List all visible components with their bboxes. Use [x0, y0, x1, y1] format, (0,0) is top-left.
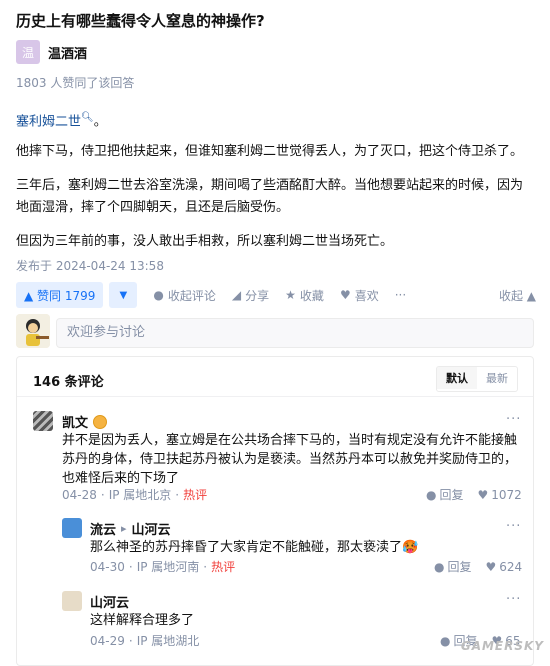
commenter-name[interactable]: 流云	[90, 519, 116, 538]
reply-arrow-icon: ▸	[121, 522, 127, 535]
comment-date: 04-28	[62, 487, 97, 502]
downvote-button[interactable]: ▼	[109, 282, 138, 308]
comment-toggle-button[interactable]: ● 收起评论	[153, 287, 216, 304]
commenter-name[interactable]: 山河云	[90, 592, 129, 611]
comment-ip: IP 属地湖北	[136, 634, 200, 648]
question-title[interactable]: 历史上有哪些蠢得令人窒息的神操作?	[16, 10, 265, 31]
author-row: 温 温酒酒	[16, 40, 87, 64]
heart-icon: ♥	[485, 559, 497, 574]
commenter-avatar[interactable]	[33, 411, 53, 431]
comment-meta: 04-29 · IP 属地湖北	[90, 633, 200, 649]
more-button[interactable]: ···	[395, 288, 406, 302]
comment-header: 凯文	[62, 412, 108, 431]
comment-date: 04-29	[90, 633, 125, 648]
commenter-avatar[interactable]	[62, 518, 82, 538]
comment-text: 这样解释合理多了	[90, 613, 195, 628]
comment-meta: 04-28 · IP 属地北京 · 热评	[62, 487, 208, 503]
comment-actions: ● 回复 ♥ 624	[434, 558, 522, 575]
search-icon[interactable]: 🔍︎	[81, 112, 94, 123]
star-icon: ★	[285, 288, 296, 302]
reply-icon: ●	[426, 487, 437, 502]
commenter-avatar[interactable]	[62, 591, 82, 611]
comment-sort-toggle: 默认 最新	[436, 366, 518, 392]
badge-icon	[93, 414, 108, 429]
votes-summary: 1803 人赞同了该回答	[16, 76, 135, 90]
comment-text: 那么神圣的苏丹摔昏了大家肯定不能触碰，那太亵渎了🥵	[90, 540, 419, 555]
reply-icon: ●	[440, 633, 451, 648]
comment-count: 146 条评论	[33, 375, 104, 390]
author-name[interactable]: 温酒酒	[48, 43, 87, 62]
comment-like-button[interactable]: ♥ 1072	[478, 488, 522, 502]
comment-meta: 04-30 · IP 属地河南 · 热评	[90, 559, 236, 575]
comment-icon: ●	[153, 288, 164, 302]
upvote-button[interactable]: ▲ 赞同 1799	[16, 282, 104, 308]
hot-badge: 热评	[211, 560, 236, 574]
comment-ip: IP 属地北京	[108, 488, 172, 502]
comment-item	[33, 411, 53, 431]
comment-date: 04-30	[90, 559, 125, 574]
reply-target-name[interactable]: 山河云	[132, 519, 171, 538]
reply-button[interactable]: ● 回复	[426, 486, 464, 503]
comment-more-button[interactable]: ···	[506, 519, 521, 534]
link-suffix: 。	[93, 114, 107, 130]
reply-icon: ●	[434, 559, 445, 574]
reply-header: 流云 ▸ 山河云	[90, 519, 171, 538]
comment-like-button[interactable]: ♥ 624	[486, 560, 523, 574]
heart-icon: ♥	[339, 288, 351, 302]
action-bar: ▲ 赞同 1799 ▼ ● 收起评论 ◢ 分享 ★ 收藏 ♥ 喜欢 ··· 收起…	[16, 282, 536, 308]
comment-actions: ● 回复 ♥ 1072	[426, 486, 522, 503]
answer-paragraph-2: 三年后，塞利姆二世去浴室洗澡，期间喝了些酒酩酊大醉。当他想要站起来的时候，因为地…	[16, 178, 524, 215]
publish-time: 发布于 2024-04-24 13:58	[16, 259, 164, 273]
site-watermark: GAMERSKY	[460, 639, 544, 653]
answer-link-line: 塞利姆二世🔍︎。	[16, 107, 534, 133]
comment-more-button[interactable]: ···	[506, 592, 521, 607]
hot-badge: 热评	[183, 488, 208, 502]
collapse-button[interactable]: 收起 ▲	[499, 287, 536, 304]
like-button[interactable]: ♥ 喜欢	[340, 287, 379, 304]
heart-icon: ♥	[477, 487, 489, 502]
answer-paragraph-1: 他摔下马，侍卫把他扶起来，但谁知塞利姆二世觉得丢人，为了灭口，把这个侍卫杀了。	[16, 144, 524, 159]
comment-input[interactable]: 欢迎参与讨论	[56, 318, 534, 348]
favorite-button[interactable]: ★ 收藏	[285, 287, 324, 304]
share-icon: ◢	[231, 288, 242, 302]
reply-button[interactable]: ● 回复	[434, 558, 472, 575]
current-user-avatar	[16, 314, 50, 348]
sort-default-button[interactable]: 默认	[437, 367, 477, 389]
sort-latest-button[interactable]: 最新	[477, 367, 517, 389]
comment-ip: IP 属地河南	[136, 560, 200, 574]
comment-more-button[interactable]: ···	[506, 412, 521, 427]
share-button[interactable]: ◢ 分享	[232, 287, 269, 304]
topic-link[interactable]: 塞利姆二世	[16, 114, 81, 129]
comments-divider	[17, 396, 533, 397]
comment-text: 并不是因为丢人，塞立姆是在公共场合摔下马的，当时有规定没有允许不能接触苏丹的身体…	[62, 433, 518, 486]
answer-paragraph-3: 但因为三年前的事，没人敢出手相救，所以塞利姆二世当场死亡。	[16, 234, 394, 249]
author-avatar[interactable]: 温	[16, 40, 40, 64]
commenter-name[interactable]: 凯文	[62, 412, 88, 431]
